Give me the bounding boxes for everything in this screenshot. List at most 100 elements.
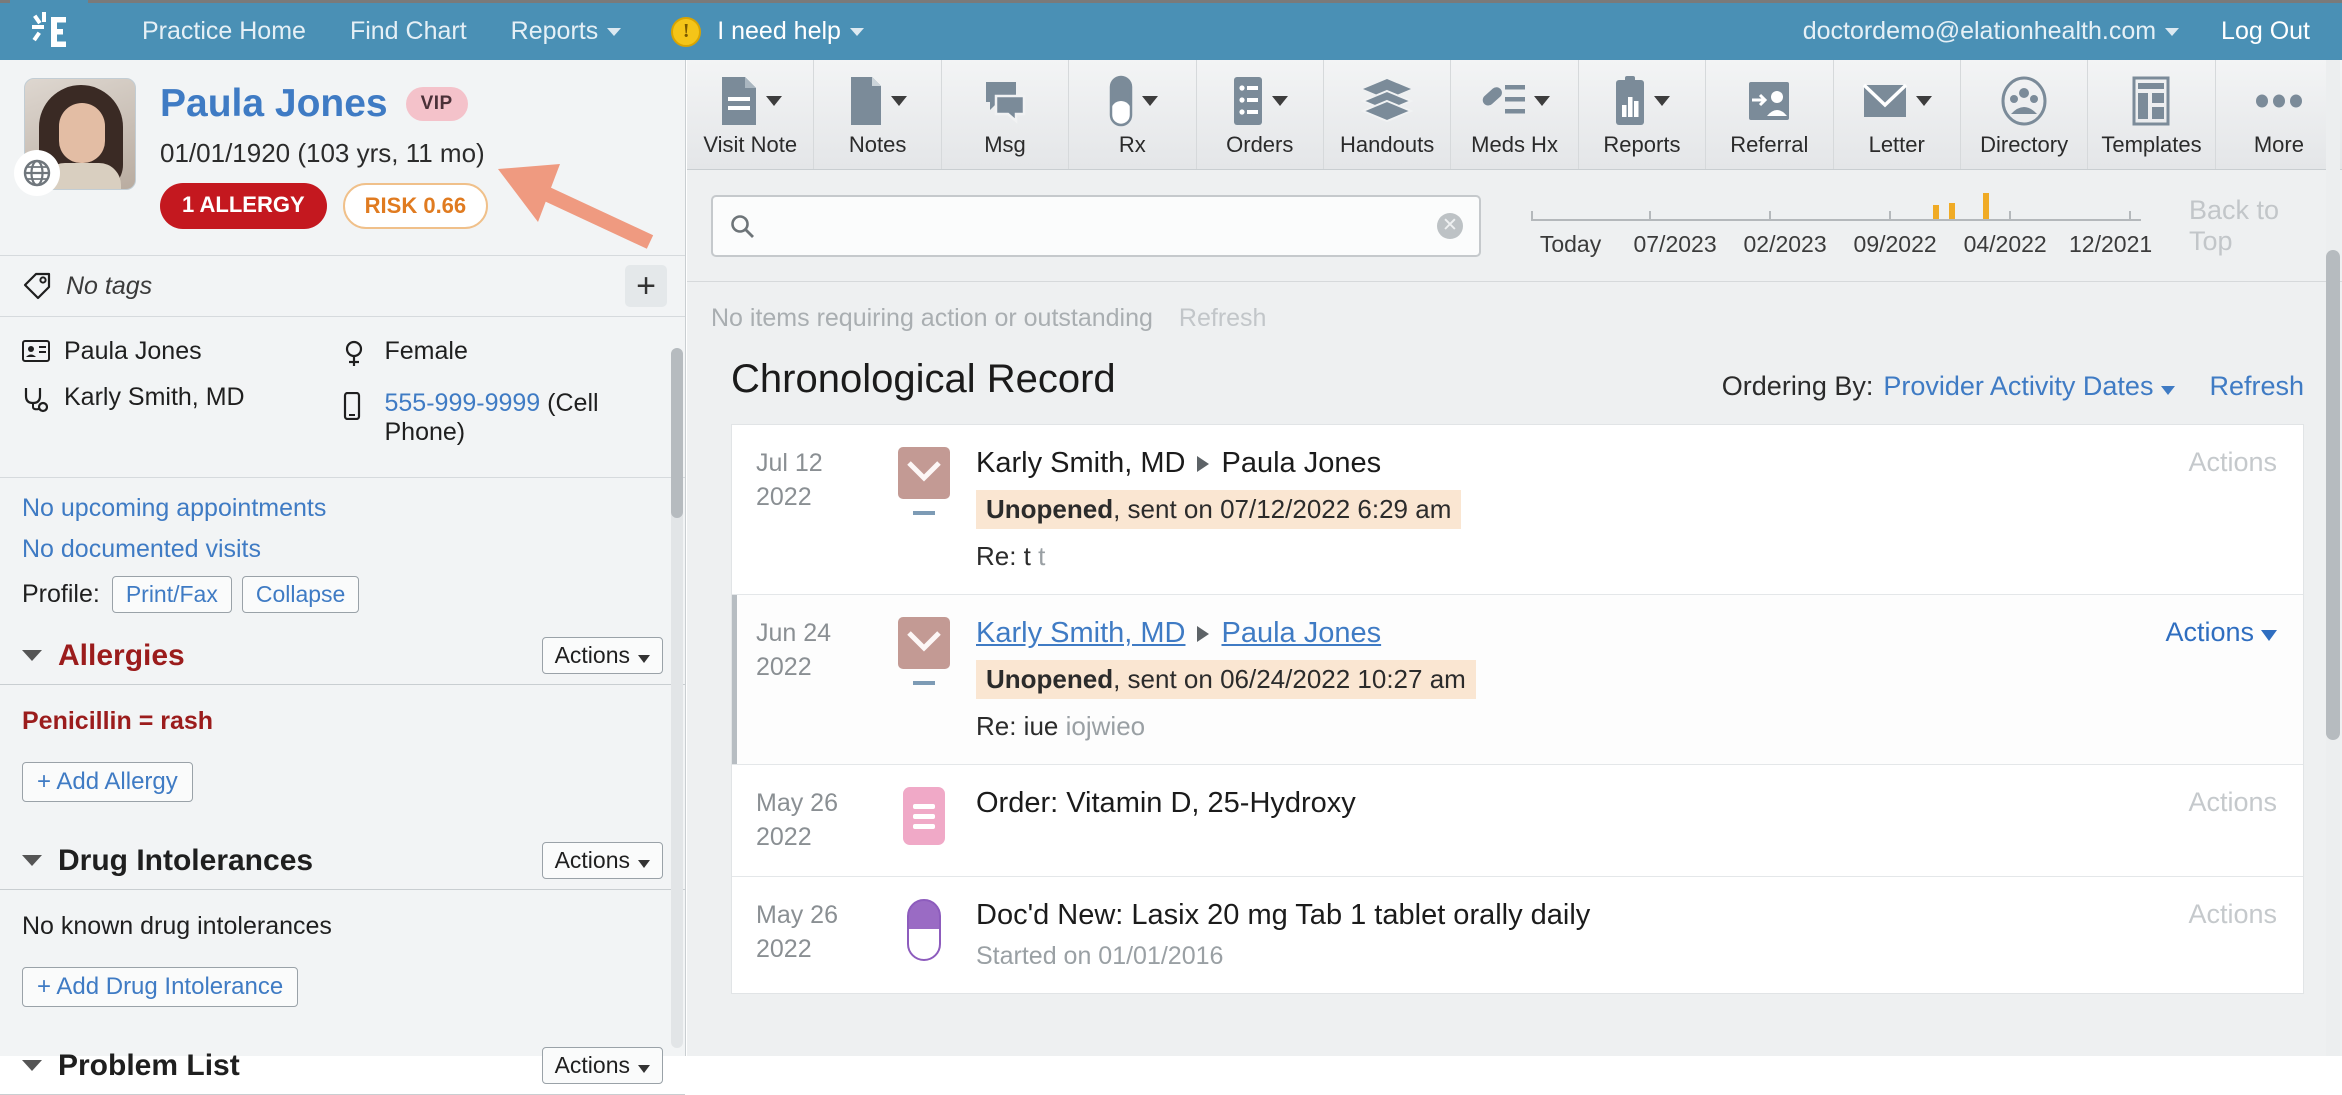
info-row-provider: Karly Smith, MD — [22, 383, 343, 421]
toolbar-orders[interactable]: Orders — [1197, 60, 1324, 169]
toolbar-more[interactable]: More — [2216, 60, 2342, 169]
risk-score-badge[interactable]: RISK 0.66 — [343, 183, 489, 229]
add-drug-intolerance-button[interactable]: + Add Drug Intolerance — [22, 967, 298, 1007]
timeline-tick — [2129, 211, 2131, 221]
section-body-allergies: Penicillin = rash + Add Allergy — [0, 685, 685, 824]
rx-svg — [1107, 75, 1135, 127]
collapse-triangle-icon[interactable] — [22, 650, 42, 661]
toolbar-templates[interactable]: Templates — [2088, 60, 2215, 169]
toolbar-handouts[interactable]: Handouts — [1324, 60, 1451, 169]
drug-intolerances-actions-button[interactable]: Actions — [542, 842, 663, 879]
record-actions-button[interactable]: Actions — [2103, 617, 2303, 742]
table-row[interactable]: May 26 2022 Order: Vitamin D, 25-Hydroxy… — [732, 765, 2303, 877]
chron-refresh-link[interactable]: Refresh — [2209, 371, 2304, 402]
back-to-top-button[interactable]: Back to Top — [2189, 195, 2318, 257]
print-fax-button[interactable]: Print/Fax — [112, 576, 232, 613]
avatar-face — [59, 103, 105, 163]
section-title-allergies: Allergies — [58, 639, 185, 673]
status-refresh-link[interactable]: Refresh — [1179, 304, 1267, 333]
no-upcoming-appointments-link[interactable]: No upcoming appointments — [22, 494, 663, 523]
sidebar-scrollbar-thumb[interactable] — [671, 348, 683, 518]
timeline-label-2[interactable]: 02/2023 — [1730, 231, 1840, 258]
timeline-label-5[interactable]: 12/2021 — [2060, 231, 2161, 258]
need-help-group[interactable]: ! I need help — [671, 17, 864, 47]
user-email-label: doctordemo@elationhealth.com — [1803, 17, 2156, 45]
letter-svg — [1861, 81, 1909, 121]
toolbar-notes[interactable]: Notes — [814, 60, 941, 169]
arrow-right-icon — [1197, 626, 1209, 642]
toolbar-reports-label: Reports — [1603, 132, 1680, 158]
record-actions-button[interactable]: Actions — [2103, 899, 2303, 930]
timeline-label-3[interactable]: 09/2022 — [1840, 231, 1950, 258]
collapse-triangle-icon[interactable] — [22, 855, 42, 866]
clear-search-icon[interactable]: ✕ — [1437, 213, 1463, 239]
need-help-label[interactable]: I need help — [717, 17, 841, 46]
main-content: Visit Note Notes Msg — [687, 60, 2342, 1056]
timeline-label-today[interactable]: Today — [1521, 231, 1620, 258]
timeline-label-4[interactable]: 04/2022 — [1950, 231, 2060, 258]
collapse-button[interactable]: Collapse — [242, 576, 360, 613]
allergies-actions-button[interactable]: Actions — [542, 637, 663, 674]
collapse-triangle-icon[interactable] — [22, 1060, 42, 1071]
globe-icon[interactable] — [14, 150, 60, 196]
person-arrow-icon — [1746, 72, 1792, 130]
record-sender[interactable]: Karly Smith, MD — [976, 617, 1185, 650]
toolbar-reports[interactable]: Reports — [1579, 60, 1706, 169]
toolbar-referral[interactable]: Referral — [1706, 60, 1833, 169]
info-column-right: Female 555-999-9999 (Cell Phone) — [343, 337, 664, 461]
toolbar-visit-note[interactable]: Visit Note — [687, 60, 814, 169]
record-actions-button[interactable]: Actions — [2103, 447, 2303, 572]
allergy-count-badge[interactable]: 1 ALLERGY — [160, 183, 327, 229]
chevron-down-icon — [850, 28, 864, 36]
orders-svg — [1231, 75, 1265, 127]
document-lines-icon — [719, 72, 782, 130]
patient-name[interactable]: Paula Jones — [160, 82, 388, 126]
patient-badges: 1 ALLERGY RISK 0.66 — [160, 183, 488, 229]
toolbar-meds-hx[interactable]: Meds Hx — [1451, 60, 1578, 169]
toolbar-rx[interactable]: Rx — [1069, 60, 1196, 169]
table-row[interactable]: May 26 2022 Doc'd New: Lasix 20 mg Tab 1… — [732, 877, 2303, 993]
patient-name-row: Paula Jones VIP — [160, 82, 488, 126]
ordering-value-dropdown[interactable]: Provider Activity Dates — [1883, 371, 2175, 402]
logout-button[interactable]: Log Out — [2221, 17, 2310, 46]
record-recipient[interactable]: Paula Jones — [1221, 447, 1381, 480]
main-scrollbar-thumb[interactable] — [2326, 250, 2340, 740]
add-allergy-button[interactable]: + Add Allergy — [22, 762, 193, 802]
no-documented-visits-link[interactable]: No documented visits — [22, 535, 663, 564]
user-email-menu[interactable]: doctordemo@elationhealth.com — [1803, 17, 2179, 46]
toolbar-visit-note-label: Visit Note — [703, 132, 797, 158]
record-subject-dim: t — [1038, 541, 1045, 571]
toolbar-letter-label: Letter — [1869, 132, 1925, 158]
search-input[interactable] — [769, 211, 1437, 240]
nav-find-chart[interactable]: Find Chart — [328, 17, 489, 46]
toolbar-letter[interactable]: Letter — [1834, 60, 1961, 169]
nav-reports[interactable]: Reports — [489, 17, 644, 46]
envelope-msg-svg — [907, 461, 941, 485]
record-actions-button[interactable]: Actions — [2103, 787, 2303, 818]
record-med-title[interactable]: Doc'd New: Lasix 20 mg Tab 1 tablet oral… — [976, 899, 1590, 932]
table-row[interactable]: Jul 12 2022 Karly Smith, MD Paula Jones … — [732, 425, 2303, 595]
appointments-block: No upcoming appointments No documented v… — [0, 478, 685, 613]
table-row[interactable]: Jun 24 2022 Karly Smith, MD Paula Jones … — [732, 595, 2303, 765]
info-phone-number[interactable]: 555-999-9999 — [385, 389, 541, 417]
chart-toolbar: Visit Note Notes Msg — [687, 60, 2342, 170]
search-box[interactable]: ✕ — [711, 195, 1481, 257]
record-date: Jul 12 2022 — [756, 447, 876, 572]
record-timeline[interactable]: Today 07/2023 02/2023 09/2022 04/2022 12… — [1521, 193, 2161, 258]
problem-list-actions-button[interactable]: Actions — [542, 1047, 663, 1084]
record-recipient[interactable]: Paula Jones — [1221, 617, 1381, 650]
record-sender[interactable]: Karly Smith, MD — [976, 447, 1185, 480]
notes-svg — [848, 75, 884, 127]
toolbar-msg[interactable]: Msg — [942, 60, 1069, 169]
record-participants: Karly Smith, MD Paula Jones — [976, 617, 2103, 650]
record-order-title[interactable]: Order: Vitamin D, 25-Hydroxy — [976, 787, 1356, 820]
add-tag-button[interactable]: + — [625, 265, 667, 307]
arrow-right-icon — [1197, 456, 1209, 472]
toolbar-directory[interactable]: Directory — [1961, 60, 2088, 169]
timeline-tick — [1889, 211, 1891, 221]
timeline-label-1[interactable]: 07/2023 — [1620, 231, 1730, 258]
record-date: May 26 2022 — [756, 899, 876, 966]
nav-practice-home[interactable]: Practice Home — [120, 17, 328, 46]
chevron-down-icon — [638, 860, 650, 868]
allergy-item[interactable]: Penicillin = rash — [22, 707, 663, 736]
